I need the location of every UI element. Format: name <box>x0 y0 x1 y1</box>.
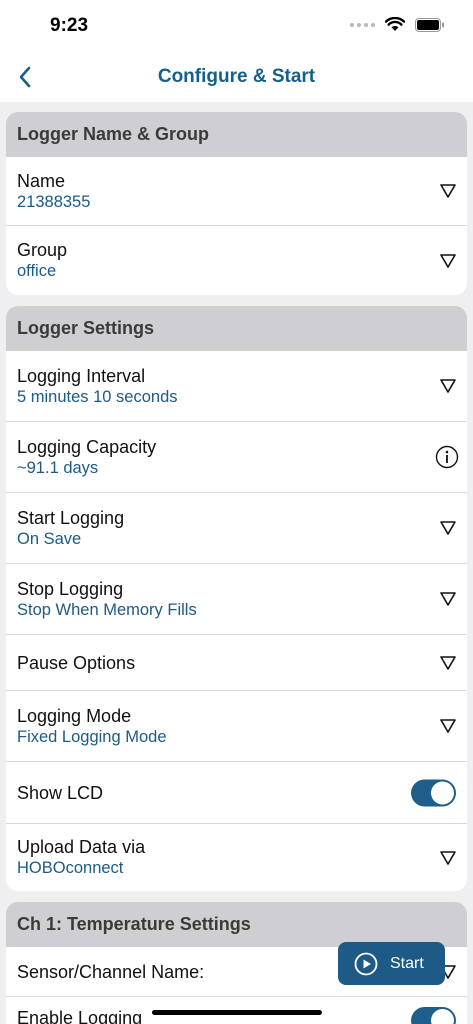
row-label: Stop Logging <box>17 578 124 599</box>
play-circle-icon <box>354 952 378 975</box>
name-row[interactable]: Name 21388355 <box>6 157 467 226</box>
logging-interval-row[interactable]: Logging Interval 5 minutes 10 seconds <box>6 351 467 422</box>
triangle-down-icon <box>440 184 456 198</box>
start-button-label: Start <box>390 954 424 972</box>
start-logging-row[interactable]: Start Logging On Save <box>6 493 467 564</box>
status-icons <box>350 17 445 32</box>
triangle-down-icon <box>440 253 456 268</box>
row-label: Upload Data via <box>17 837 146 857</box>
section-header: Logger Name & Group <box>6 112 467 157</box>
row-value: ~91.1 days <box>17 458 99 477</box>
wifi-icon <box>385 17 405 31</box>
cellular-signal-icon <box>350 22 375 27</box>
toggle-knob <box>431 1009 454 1024</box>
row-value: office <box>17 262 57 280</box>
section-header: Logger Settings <box>6 306 467 351</box>
show-lcd-row: Show LCD <box>6 762 467 824</box>
logging-capacity-row: Logging Capacity ~91.1 days <box>6 422 467 493</box>
upload-data-row[interactable]: Upload Data via HOBOconnect <box>6 824 467 891</box>
toggle-knob <box>431 781 454 804</box>
row-label: Show LCD <box>17 782 104 803</box>
triangle-down-icon <box>440 592 456 606</box>
row-value: Fixed Logging Mode <box>17 727 167 746</box>
triangle-down-icon <box>440 655 456 670</box>
start-button[interactable]: Start <box>338 942 445 985</box>
status-bar: 9:23 <box>0 0 473 52</box>
show-lcd-toggle[interactable] <box>411 779 456 806</box>
logger-settings-card: Logger Settings Logging Interval 5 minut… <box>6 306 467 891</box>
row-label: Logging Mode <box>17 705 132 726</box>
home-indicator <box>152 1010 322 1015</box>
row-value: 21388355 <box>17 192 91 211</box>
navigation-bar: Configure & Start <box>0 52 473 102</box>
logger-name-group-card: Logger Name & Group Name 21388355 Group … <box>6 112 467 295</box>
row-value: HOBOconnect <box>17 859 124 877</box>
row-label: Logging Capacity <box>17 436 157 457</box>
row-label: Start Logging <box>17 507 125 528</box>
group-row[interactable]: Group office <box>6 226 467 295</box>
pause-options-row[interactable]: Pause Options <box>6 635 467 691</box>
stop-logging-row[interactable]: Stop Logging Stop When Memory Fills <box>6 564 467 635</box>
row-label: Pause Options <box>17 652 136 673</box>
enable-logging-toggle[interactable] <box>411 1007 456 1024</box>
page-title: Configure & Start <box>157 66 316 87</box>
triangle-down-icon <box>440 719 456 733</box>
row-value: 5 minutes 10 seconds <box>17 387 178 406</box>
row-value: On Save <box>17 529 82 548</box>
triangle-down-icon <box>440 379 456 393</box>
logging-mode-row[interactable]: Logging Mode Fixed Logging Mode <box>6 691 467 762</box>
status-time: 9:23 <box>50 15 89 36</box>
row-value: Stop When Memory Fills <box>17 600 197 619</box>
row-label: Group <box>17 240 68 260</box>
row-label: Logging Interval <box>17 365 146 386</box>
triangle-down-icon <box>440 521 456 535</box>
info-icon[interactable] <box>435 445 459 469</box>
triangle-down-icon <box>440 850 456 865</box>
battery-icon <box>415 17 444 32</box>
section-header: Ch 1: Temperature Settings <box>6 902 467 947</box>
row-label: Name <box>17 170 66 191</box>
